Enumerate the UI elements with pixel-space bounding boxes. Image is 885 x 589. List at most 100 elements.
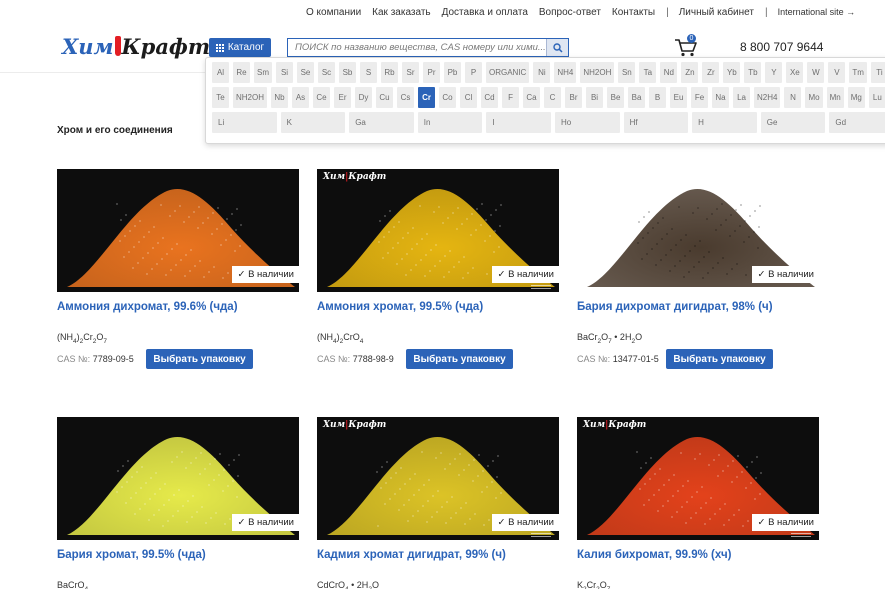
search-button[interactable]: [546, 39, 568, 56]
product-name[interactable]: Кадмия хромат дигидрат, 99% (ч): [317, 549, 559, 561]
element-chip-sr[interactable]: Sr: [402, 62, 419, 83]
element-chip-dy[interactable]: Dy: [355, 87, 373, 108]
element-chip-nd[interactable]: Nd: [660, 62, 678, 83]
element-chip-re[interactable]: Re: [233, 62, 250, 83]
element-chip-mg[interactable]: Mg: [847, 87, 865, 108]
element-chip-pb[interactable]: Pb: [444, 62, 461, 83]
element-chip-nh2oh[interactable]: NH2OH: [233, 87, 268, 108]
element-chip-y[interactable]: Y: [765, 62, 783, 83]
choose-package-button[interactable]: Выбрать упаковку: [406, 349, 513, 369]
element-chip-cr[interactable]: Cr: [418, 87, 436, 108]
element-chip-ce[interactable]: Ce: [313, 87, 331, 108]
element-chip-pr[interactable]: Pr: [423, 62, 440, 83]
product-image[interactable]: ✓ В наличии: [57, 169, 299, 292]
element-chip-nh4[interactable]: NH4: [554, 62, 577, 83]
element-chip-co[interactable]: Co: [439, 87, 457, 108]
product-name[interactable]: Бария хромат, 99.5% (чда): [57, 549, 299, 561]
product-card[interactable]: ✓ В наличии Бария дихромат дигидрат, 98%…: [577, 169, 819, 369]
catalog-button[interactable]: Каталог: [209, 38, 271, 57]
element-chip-li[interactable]: Li: [212, 112, 277, 133]
element-chip-ca[interactable]: Ca: [523, 87, 541, 108]
element-chip-xe[interactable]: Xe: [786, 62, 804, 83]
element-chip-p[interactable]: P: [465, 62, 482, 83]
product-card[interactable]: Хим|Крафт ✓ В наличии Аммония хромат, 99…: [317, 169, 559, 369]
product-card[interactable]: ✓ В наличии Аммония дихромат, 99.6% (чда…: [57, 169, 299, 369]
product-image[interactable]: Хим|Крафт ✓ В наличии: [317, 417, 559, 540]
phone-number[interactable]: 8 800 707 9644: [740, 40, 823, 54]
element-chip-na[interactable]: Na: [712, 87, 730, 108]
element-chip-sn[interactable]: Sn: [618, 62, 636, 83]
choose-package-button[interactable]: Выбрать упаковку: [146, 349, 253, 369]
product-card[interactable]: Хим|Крафт ✓ В наличии Калия бихромат, 99…: [577, 417, 819, 589]
element-chip-i[interactable]: I: [486, 112, 551, 133]
element-chip-bi[interactable]: Bi: [586, 87, 604, 108]
element-chip-organic[interactable]: ORGANIC: [486, 62, 530, 83]
element-chip-al[interactable]: Al: [212, 62, 229, 83]
element-chip-ti[interactable]: Ti: [870, 62, 885, 83]
link-faq[interactable]: Вопрос-ответ: [539, 7, 601, 18]
product-card[interactable]: Хим|Крафт ✓ В наличии Кадмия хромат диги…: [317, 417, 559, 589]
element-chip-n2h4[interactable]: N2H4: [754, 87, 781, 108]
element-chip-n[interactable]: N: [784, 87, 802, 108]
element-chip-yb[interactable]: Yb: [723, 62, 741, 83]
link-about[interactable]: О компании: [306, 7, 361, 18]
element-chip-tm[interactable]: Tm: [849, 62, 867, 83]
link-contacts[interactable]: Контакты: [612, 7, 655, 18]
element-chip-k[interactable]: K: [280, 112, 346, 133]
element-chip-br[interactable]: Br: [565, 87, 583, 108]
element-chip-ho[interactable]: Ho: [554, 112, 620, 133]
element-chip-zn[interactable]: Zn: [681, 62, 699, 83]
element-chip-cl[interactable]: Cl: [460, 87, 478, 108]
element-chip-nh2oh[interactable]: NH2OH: [580, 62, 615, 83]
element-chip-sb[interactable]: Sb: [339, 62, 356, 83]
product-image[interactable]: ✓ В наличии: [577, 169, 819, 292]
element-chip-cs[interactable]: Cs: [397, 87, 415, 108]
element-chip-as[interactable]: As: [292, 87, 310, 108]
element-chip-b[interactable]: B: [649, 87, 667, 108]
element-chip-w[interactable]: W: [807, 62, 825, 83]
element-chip-la[interactable]: La: [733, 87, 751, 108]
element-chip-c[interactable]: C: [544, 87, 562, 108]
element-chip-hf[interactable]: Hf: [623, 112, 689, 133]
site-logo[interactable]: Хим Крафт: [62, 34, 210, 64]
link-cabinet[interactable]: Личный кабинет: [679, 7, 754, 18]
element-chip-ni[interactable]: Ni: [533, 62, 551, 83]
element-chip-h[interactable]: H: [692, 112, 757, 133]
product-card[interactable]: ✓ В наличии Бария хромат, 99.5% (чда) Ba…: [57, 417, 299, 589]
product-name[interactable]: Аммония хромат, 99.5% (чда): [317, 301, 559, 313]
element-chip-cu[interactable]: Cu: [376, 87, 394, 108]
element-chip-ge[interactable]: Ge: [760, 112, 826, 133]
element-chip-si[interactable]: Si: [276, 62, 293, 83]
product-image[interactable]: Хим|Крафт ✓ В наличии: [577, 417, 819, 540]
product-name[interactable]: Калия бихромат, 99.9% (хч): [577, 549, 819, 561]
element-chip-mn[interactable]: Mn: [826, 87, 844, 108]
element-chip-f[interactable]: F: [502, 87, 520, 108]
element-chip-zr[interactable]: Zr: [702, 62, 720, 83]
element-chip-cd[interactable]: Cd: [481, 87, 499, 108]
cart-button[interactable]: 0: [674, 34, 698, 58]
element-chip-lu[interactable]: Lu: [868, 87, 885, 108]
element-chip-gd[interactable]: Gd: [829, 112, 885, 133]
product-image[interactable]: ✓ В наличии: [57, 417, 299, 540]
element-chip-ta[interactable]: Ta: [639, 62, 657, 83]
link-delivery[interactable]: Доставка и оплата: [442, 7, 528, 18]
element-chip-ba[interactable]: Ba: [628, 87, 646, 108]
element-chip-er[interactable]: Er: [334, 87, 352, 108]
product-name[interactable]: Аммония дихромат, 99.6% (чда): [57, 301, 299, 313]
element-chip-ga[interactable]: Ga: [349, 112, 414, 133]
element-chip-nb[interactable]: Nb: [271, 87, 289, 108]
element-chip-tb[interactable]: Tb: [744, 62, 762, 83]
element-chip-rb[interactable]: Rb: [381, 62, 398, 83]
element-chip-v[interactable]: V: [828, 62, 846, 83]
link-how-to-order[interactable]: Как заказать: [372, 7, 430, 18]
element-chip-s[interactable]: S: [360, 62, 377, 83]
product-image[interactable]: Хим|Крафт ✓ В наличии: [317, 169, 559, 292]
element-chip-fe[interactable]: Fe: [691, 87, 709, 108]
element-chip-se[interactable]: Se: [297, 62, 314, 83]
element-chip-sm[interactable]: Sm: [254, 62, 272, 83]
element-chip-mo[interactable]: Mo: [805, 87, 823, 108]
element-chip-eu[interactable]: Eu: [670, 87, 688, 108]
product-name[interactable]: Бария дихромат дигидрат, 98% (ч): [577, 301, 819, 313]
element-chip-sc[interactable]: Sc: [318, 62, 335, 83]
element-chip-in[interactable]: In: [417, 112, 483, 133]
